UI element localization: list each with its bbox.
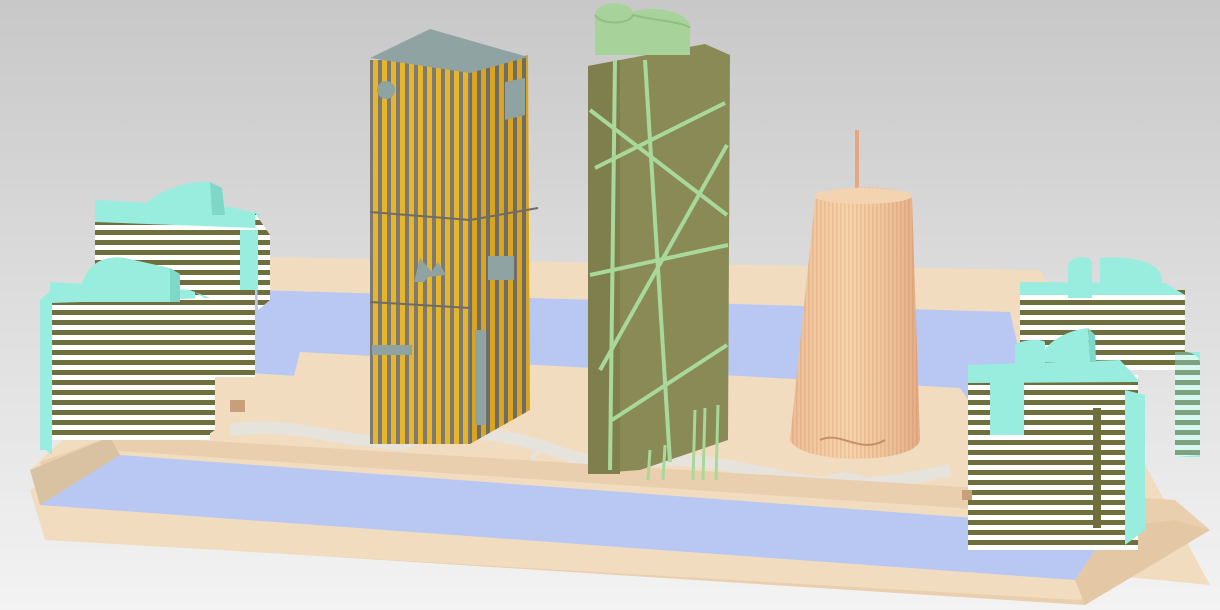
yellow-tower: [369, 29, 539, 444]
model-viewport: [0, 0, 1220, 610]
base-accent-right: [962, 490, 972, 500]
base-accent-left: [230, 400, 245, 412]
city-model-scene: [0, 0, 1220, 610]
green-tower: [588, 3, 730, 481]
